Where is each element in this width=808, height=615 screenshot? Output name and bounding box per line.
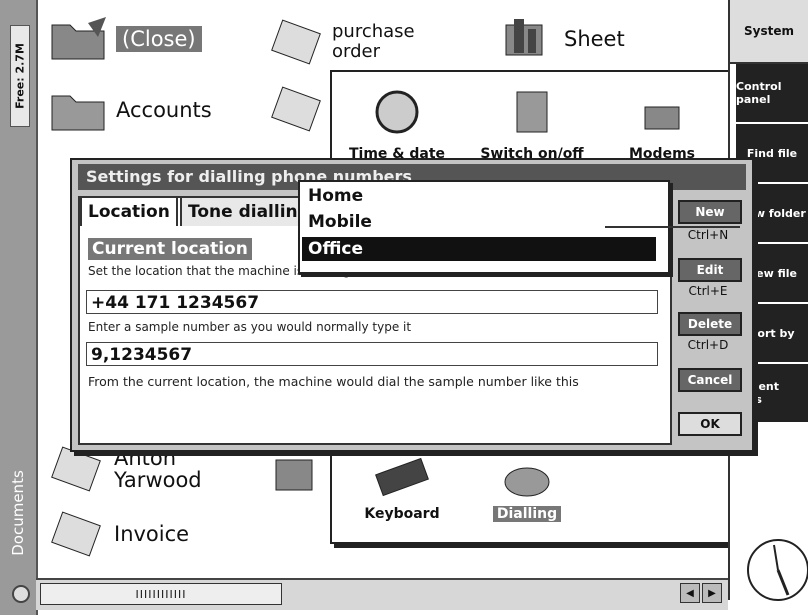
purchase-order-file[interactable]: purchase order [270,18,452,66]
switch-icon [516,91,548,133]
edit-shortcut: Ctrl+E [688,284,728,298]
keyboard-item[interactable]: Keyboard [352,452,452,522]
phone-number-field[interactable]: +44 171 1234567 [86,290,658,314]
free-space-indicator: Free: 2.7M [10,25,30,127]
time-date-item[interactable]: Time & date [342,82,452,162]
folder-icon [51,17,106,60]
folder-icon [51,95,105,131]
sample-number-help: Enter a sample number as you would norma… [88,320,412,334]
horizontal-scrollbar[interactable]: IIIIIIIIIIII [40,583,282,605]
control-panel-button[interactable]: Control panel [736,64,808,124]
cancel-button[interactable]: Cancel [678,368,742,392]
tab-location[interactable]: Location [80,196,178,226]
documents-group-label[interactable]: Documents [4,455,32,570]
sheet-file[interactable]: Sheet [500,15,625,63]
option-office[interactable]: Office [302,237,656,261]
callout-line [605,226,740,228]
spreadsheet-icon [505,19,543,56]
anton-yarwood-file[interactable]: Anton Yarwood [50,445,224,493]
dialling-label: Dialling [492,506,562,522]
option-home[interactable]: Home [302,184,656,208]
keyboard-icon [375,457,429,497]
keyboard-label: Keyboard [364,506,440,522]
purchase-order-label: purchase order [332,21,415,62]
close-label: (Close) [116,26,202,52]
document-icon [51,446,101,492]
document-file[interactable] [270,85,326,133]
power-icon[interactable] [12,585,30,603]
anton-yarwood-label: Anton Yarwood [114,446,202,492]
switch-onoff-item[interactable]: Switch on/off [472,82,592,162]
new-shortcut: Ctrl+N [687,228,729,242]
sheet-file-2[interactable] [270,450,326,498]
new-button[interactable]: New [678,200,742,224]
sheet-label: Sheet [564,27,625,51]
telephone-icon [504,467,550,497]
system-tab[interactable]: System [730,0,808,64]
accounts-label: Accounts [116,98,212,122]
option-mobile[interactable]: Mobile [302,210,656,234]
sample-number-field[interactable]: 9,1234567 [86,342,658,366]
invoice-file[interactable]: Invoice [50,510,189,558]
scroll-left-icon[interactable]: ◀ [680,583,700,603]
spreadsheet-icon [275,459,313,491]
document-icon [271,19,321,65]
clock-icon [375,90,419,134]
edit-button[interactable]: Edit [678,258,742,282]
current-location-label: Current location [88,238,252,260]
delete-shortcut: Ctrl+D [687,338,729,352]
modem-icon [644,106,680,130]
accounts-folder[interactable]: Accounts [48,86,212,134]
ok-button[interactable]: OK [678,412,742,436]
clock-icon [747,539,808,601]
dialling-item[interactable]: Dialling [482,452,572,522]
delete-button[interactable]: Delete [678,312,742,336]
document-icon [271,86,321,132]
invoice-label: Invoice [114,522,190,546]
document-icon [51,511,101,557]
scroll-right-icon[interactable]: ▶ [702,583,722,603]
result-help: From the current location, the machine w… [88,374,579,389]
close-folder-icon-item[interactable]: (Close) [48,15,202,63]
modems-item[interactable]: Modems [612,82,712,162]
